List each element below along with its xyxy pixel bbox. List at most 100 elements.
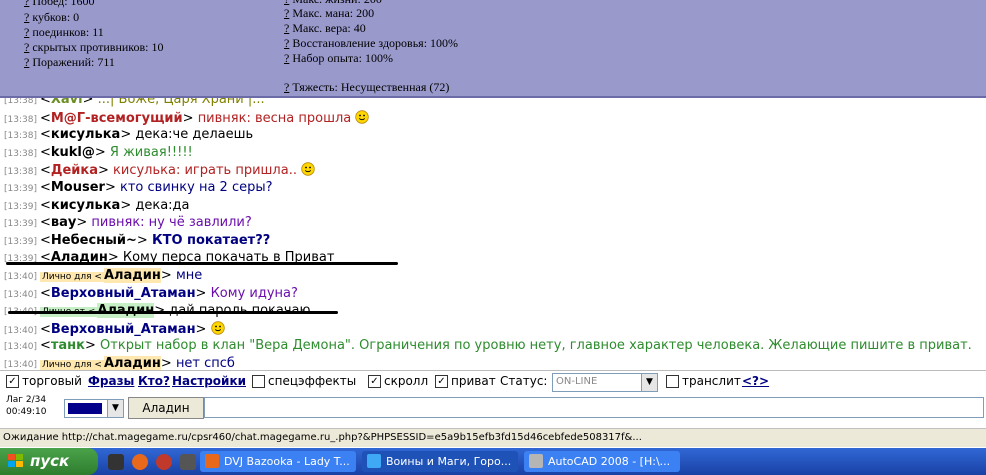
translit-checkbox[interactable] bbox=[666, 375, 679, 388]
chat-message: [13:39] <вау> пивняк: ну чё завлили? bbox=[4, 215, 252, 232]
message-nick[interactable]: Mouser bbox=[51, 180, 105, 195]
smiley-icon bbox=[355, 109, 370, 124]
message-timestamp: [13:39] bbox=[4, 219, 37, 230]
message-timestamp: [13:40] bbox=[4, 272, 37, 282]
stat-help-link[interactable]: ? bbox=[24, 55, 29, 69]
stat-text: Тяжесть: Несущественная (72) bbox=[292, 80, 450, 94]
nick-bracket: < bbox=[39, 144, 51, 160]
who-link[interactable]: Кто? bbox=[138, 374, 170, 388]
message-nick[interactable]: М@Г-всемогущий bbox=[51, 111, 183, 126]
stat-help-link[interactable]: ? bbox=[24, 25, 29, 39]
message-nick[interactable]: Верховный_Атаман bbox=[51, 322, 196, 337]
message-text: КТО покатает?? bbox=[151, 232, 271, 248]
stat-help-link[interactable]: ? bbox=[284, 36, 289, 50]
stat-help-link[interactable]: ? bbox=[284, 51, 289, 65]
clock: 00:49:10 bbox=[6, 407, 47, 417]
taskbar-item-media-player[interactable]: DVJ Bazooka - Lady T... bbox=[200, 451, 356, 472]
nick-bracket: > bbox=[195, 285, 211, 301]
stat-text: Макс. мана: 200 bbox=[292, 6, 375, 20]
stat-help-link[interactable]: ? bbox=[284, 6, 289, 20]
color-swatch bbox=[68, 403, 102, 414]
status-select[interactable]: ON-LINE ▼ bbox=[552, 373, 658, 392]
message-text: ...| Боже, Царя Храни |... bbox=[97, 98, 265, 107]
stat-help-link[interactable]: ? bbox=[284, 21, 289, 35]
effects-checkbox[interactable] bbox=[252, 375, 265, 388]
stat-row: ? кубков: 0 bbox=[24, 10, 79, 24]
quicklaunch-tool-icon[interactable] bbox=[180, 454, 196, 470]
stat-row: ? Макс. мана: 200 bbox=[284, 6, 374, 20]
message-text: мне bbox=[175, 268, 203, 283]
quicklaunch-browser-icon[interactable] bbox=[132, 454, 148, 470]
status-label: Статус: bbox=[500, 374, 548, 388]
chat-message: [13:38] <М@Г-всемогущий> пивняк: весна пр… bbox=[4, 109, 370, 128]
chat-options-toolbar: ✓ торговый Фразы Кто? Настройки спецэффе… bbox=[0, 370, 986, 395]
message-nick[interactable]: Верховный_Атаман bbox=[51, 286, 196, 301]
message-timestamp: [13:38] bbox=[4, 131, 37, 142]
phrases-link[interactable]: Фразы bbox=[88, 374, 134, 388]
stat-row: ? поединков: 11 bbox=[24, 25, 104, 39]
message-nick[interactable]: Аладин bbox=[103, 268, 161, 283]
message-nick[interactable]: Небесный~ bbox=[51, 233, 137, 248]
message-nick[interactable]: вау bbox=[51, 215, 76, 230]
translit-help-link[interactable]: <?> bbox=[742, 374, 769, 388]
status-text: Ожидание http://chat.magegame.ru/cpsr460… bbox=[3, 432, 642, 443]
status-value: ON-LINE bbox=[556, 376, 598, 387]
message-nick[interactable]: Дейка bbox=[51, 163, 98, 178]
message-text: Я живая!!!!! bbox=[109, 144, 193, 160]
message-text: Кому идуна? bbox=[210, 285, 298, 301]
private-checkbox[interactable]: ✓ bbox=[435, 375, 448, 388]
stat-help-link[interactable]: ? bbox=[24, 0, 29, 8]
message-nick[interactable]: Xavi bbox=[51, 98, 83, 107]
chat-message: [13:40] <танк> Открыт набор в клан "Вера … bbox=[4, 338, 972, 355]
stat-help-link[interactable]: ? bbox=[284, 80, 289, 94]
text-color-select[interactable]: ▼ bbox=[64, 399, 124, 418]
quicklaunch-media-icon[interactable] bbox=[156, 454, 172, 470]
stat-row: ? Побед: 1600 bbox=[24, 0, 95, 8]
message-timestamp: [13:39] bbox=[4, 184, 37, 194]
nick-bracket: > bbox=[94, 144, 110, 160]
nick-bracket: < bbox=[39, 215, 51, 231]
private-tag: Лично для < bbox=[39, 360, 104, 370]
stat-help-link[interactable]: ? bbox=[24, 40, 29, 54]
nick-bracket: > bbox=[82, 98, 98, 107]
taskbar-item-autocad[interactable]: AutoCAD 2008 - [H:\... bbox=[524, 451, 680, 472]
scroll-checkbox[interactable]: ✓ bbox=[368, 375, 381, 388]
private-label: приват bbox=[451, 374, 496, 388]
nick-bracket: > bbox=[136, 232, 152, 248]
message-timestamp: [13:40] bbox=[4, 325, 37, 336]
stat-text: поединков: 11 bbox=[32, 25, 104, 39]
chat-message: [13:38] <кисулька> дека:че делаешь bbox=[4, 127, 253, 144]
private-tag-text: Лично для bbox=[41, 272, 92, 282]
start-label: пуск bbox=[30, 452, 70, 470]
chat-message: [13:39] <Небесный~> КТО покатает?? bbox=[4, 233, 270, 250]
chevron-down-icon[interactable]: ▼ bbox=[107, 400, 123, 417]
message-nick[interactable]: кисулька bbox=[51, 198, 120, 213]
message-nick[interactable]: танк bbox=[51, 338, 85, 353]
chat-message: [13:40] Лично для < Аладин> мне bbox=[4, 268, 202, 285]
taskbar-item-browser[interactable]: Воины и Маги, Горо... bbox=[362, 451, 518, 472]
message-input[interactable] bbox=[204, 397, 984, 418]
trade-checkbox[interactable]: ✓ bbox=[6, 375, 19, 388]
message-nick[interactable]: kukl@ bbox=[51, 145, 95, 160]
message-nick[interactable]: Аладин bbox=[103, 356, 161, 370]
quicklaunch-terminal-icon[interactable] bbox=[108, 454, 124, 470]
nick-bracket: < bbox=[39, 197, 51, 213]
chat-log[interactable]: [13:38] <Xavi> ...| Боже, Царя Храни |...… bbox=[0, 98, 986, 370]
settings-link[interactable]: Настройки bbox=[172, 374, 246, 388]
start-button[interactable]: пуск bbox=[0, 448, 98, 475]
nick-bracket: > bbox=[104, 180, 120, 195]
stat-text: Поражений: 711 bbox=[32, 55, 115, 69]
chevron-down-icon[interactable]: ▼ bbox=[641, 374, 657, 391]
message-nick[interactable]: кисулька bbox=[51, 127, 120, 142]
chat-message: [13:39] <Mouser> кто свинку на 2 серы? bbox=[4, 180, 273, 197]
private-tag-text: Лично для bbox=[41, 360, 92, 370]
stat-help-link[interactable]: ? bbox=[24, 10, 29, 24]
nick-button[interactable]: Аладин bbox=[128, 397, 204, 419]
effects-label: спецэффекты bbox=[268, 374, 357, 388]
chat-message: [13:38] <Xavi> ...| Боже, Царя Храни |... bbox=[4, 98, 265, 109]
nick-bracket: > bbox=[97, 163, 114, 179]
chat-message: [13:38] <kukl@> Я живая!!!!! bbox=[4, 145, 193, 162]
stat-text: Восстановление здоровья: 100% bbox=[292, 36, 459, 50]
stat-row: ? скрытых противников: 10 bbox=[24, 40, 164, 54]
stat-row: ? Восстановление здоровья: 100% bbox=[284, 36, 458, 50]
